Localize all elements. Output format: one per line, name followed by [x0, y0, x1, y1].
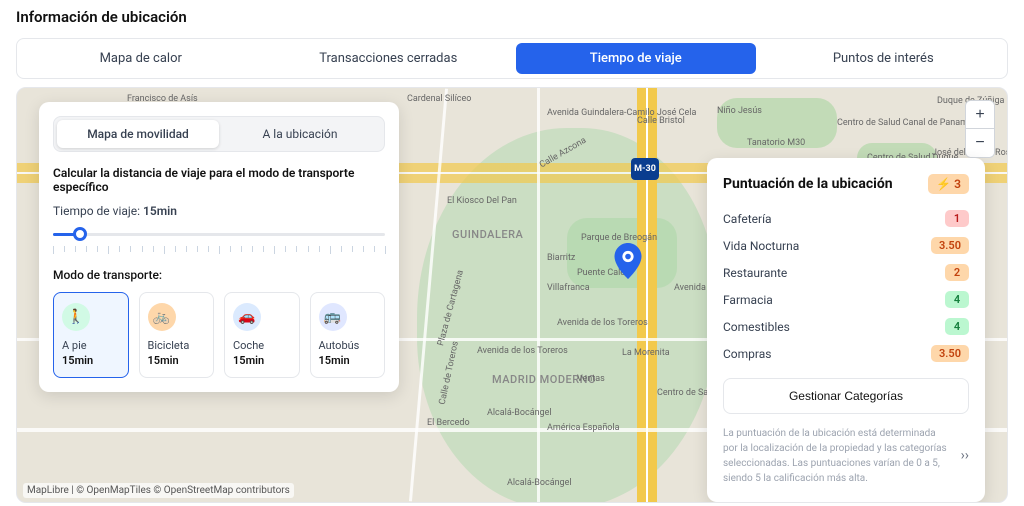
mode-title: Modo de transporte:	[53, 268, 385, 282]
walk-icon: 🚶	[62, 303, 90, 331]
zoom-out-button[interactable]: −	[966, 129, 994, 157]
category-score: 4	[945, 318, 969, 335]
map-label: La Morenita	[622, 348, 670, 358]
location-marker-icon[interactable]	[614, 243, 642, 279]
map-label: Avenida de los Toreros	[477, 346, 568, 356]
main-tabs: Mapa de calor Transacciones cerradas Tie…	[16, 38, 1008, 79]
tab-closed-transactions[interactable]: Transacciones cerradas	[269, 43, 509, 74]
score-title: Puntuación de la ubicación	[723, 176, 893, 192]
bus-icon: 🚌	[319, 303, 347, 331]
page-title: Información de ubicación	[16, 0, 1008, 38]
category-name: Cafetería	[723, 212, 772, 226]
map-label: Biarritz	[547, 253, 575, 263]
car-icon: 🚗	[233, 303, 261, 331]
category-score: 3.50	[931, 345, 969, 362]
category-score: 2	[945, 264, 969, 281]
travel-time-label: Tiempo de viaje: 15min	[53, 204, 385, 218]
zoom-in-button[interactable]: +	[966, 101, 994, 129]
map-label: América Española	[547, 423, 620, 433]
category-row: Restaurante 2	[723, 264, 969, 281]
subtab-mobility-map[interactable]: Mapa de movilidad	[57, 120, 219, 148]
map-label: Alcalá-Bocángel	[507, 478, 572, 488]
zoom-controls: + −	[965, 100, 995, 158]
map-label: Villafranca	[547, 283, 590, 293]
slider-ticks	[53, 246, 385, 254]
map-label: GUINDALERA	[452, 228, 523, 241]
category-row: Comestibles 4	[723, 318, 969, 335]
map-label: Ventas	[577, 374, 605, 384]
category-row: Farmacia 4	[723, 291, 969, 308]
mode-bus[interactable]: 🚌 Autobús 15min	[310, 292, 386, 378]
map-label: El Kiosco Del Pan	[447, 196, 517, 206]
chevron-right-icon[interactable]: ››	[961, 446, 969, 467]
overall-score-badge: ⚡3	[928, 174, 969, 194]
category-row: Cafetería 1	[723, 210, 969, 227]
map-label: Tanatorio M30	[747, 138, 805, 148]
score-footnote: La puntuación de la ubicación está deter…	[723, 426, 969, 486]
bike-icon: 🚲	[148, 303, 176, 331]
subtabs: Mapa de movilidad A la ubicación	[53, 116, 385, 152]
subtab-to-location[interactable]: A la ubicación	[219, 120, 381, 148]
map-attribution: MapLibre | © OpenMapTiles © OpenStreetMa…	[23, 483, 294, 498]
tab-heatmap[interactable]: Mapa de calor	[21, 43, 261, 74]
tab-travel-time[interactable]: Tiempo de viaje	[516, 43, 756, 74]
calc-title: Calcular la distancia de viaje para el m…	[53, 166, 385, 194]
category-name: Vida Nocturna	[723, 239, 799, 253]
manage-categories-button[interactable]: Gestionar Categorías	[723, 378, 969, 414]
tab-poi[interactable]: Puntos de interés	[764, 43, 1004, 74]
category-row: Vida Nocturna 3.50	[723, 237, 969, 254]
road-shield: M-30	[631, 158, 659, 180]
travel-panel: Mapa de movilidad A la ubicación Calcula…	[39, 102, 399, 392]
category-name: Farmacia	[723, 293, 773, 307]
score-panel: Puntuación de la ubicación ⚡3 Cafetería 1…	[707, 158, 985, 502]
map-label: Centro de Salud Canal de Panamá	[837, 118, 973, 128]
map-label: El Bercedo	[427, 418, 470, 428]
category-name: Compras	[723, 347, 771, 361]
map-container[interactable]: Francisco de AsísCardenal SilíceoAvenida…	[16, 87, 1008, 503]
transport-modes: 🚶 A pie 15min 🚲 Bicicleta 15min 🚗 Coche …	[53, 292, 385, 378]
category-name: Comestibles	[723, 320, 790, 334]
map-label: Niño Jesús	[717, 106, 762, 116]
map-label: Avenida de los Toreros	[557, 318, 648, 328]
category-name: Restaurante	[723, 266, 787, 280]
category-score: 1	[945, 210, 969, 227]
map-label: Calle Bristol	[637, 116, 685, 126]
mode-car[interactable]: 🚗 Coche 15min	[224, 292, 300, 378]
map-label: Alcalá-Bocángel	[487, 408, 552, 418]
category-row: Compras 3.50	[723, 345, 969, 362]
map-label: Parque de Breogán	[581, 233, 657, 243]
map-label: Cardenal Silíceo	[407, 94, 471, 104]
bolt-icon: ⚡	[936, 177, 951, 191]
mode-bike[interactable]: 🚲 Bicicleta 15min	[139, 292, 215, 378]
mode-walk[interactable]: 🚶 A pie 15min	[53, 292, 129, 378]
travel-time-slider[interactable]	[53, 224, 385, 244]
category-score: 4	[945, 291, 969, 308]
category-score: 3.50	[931, 237, 969, 254]
